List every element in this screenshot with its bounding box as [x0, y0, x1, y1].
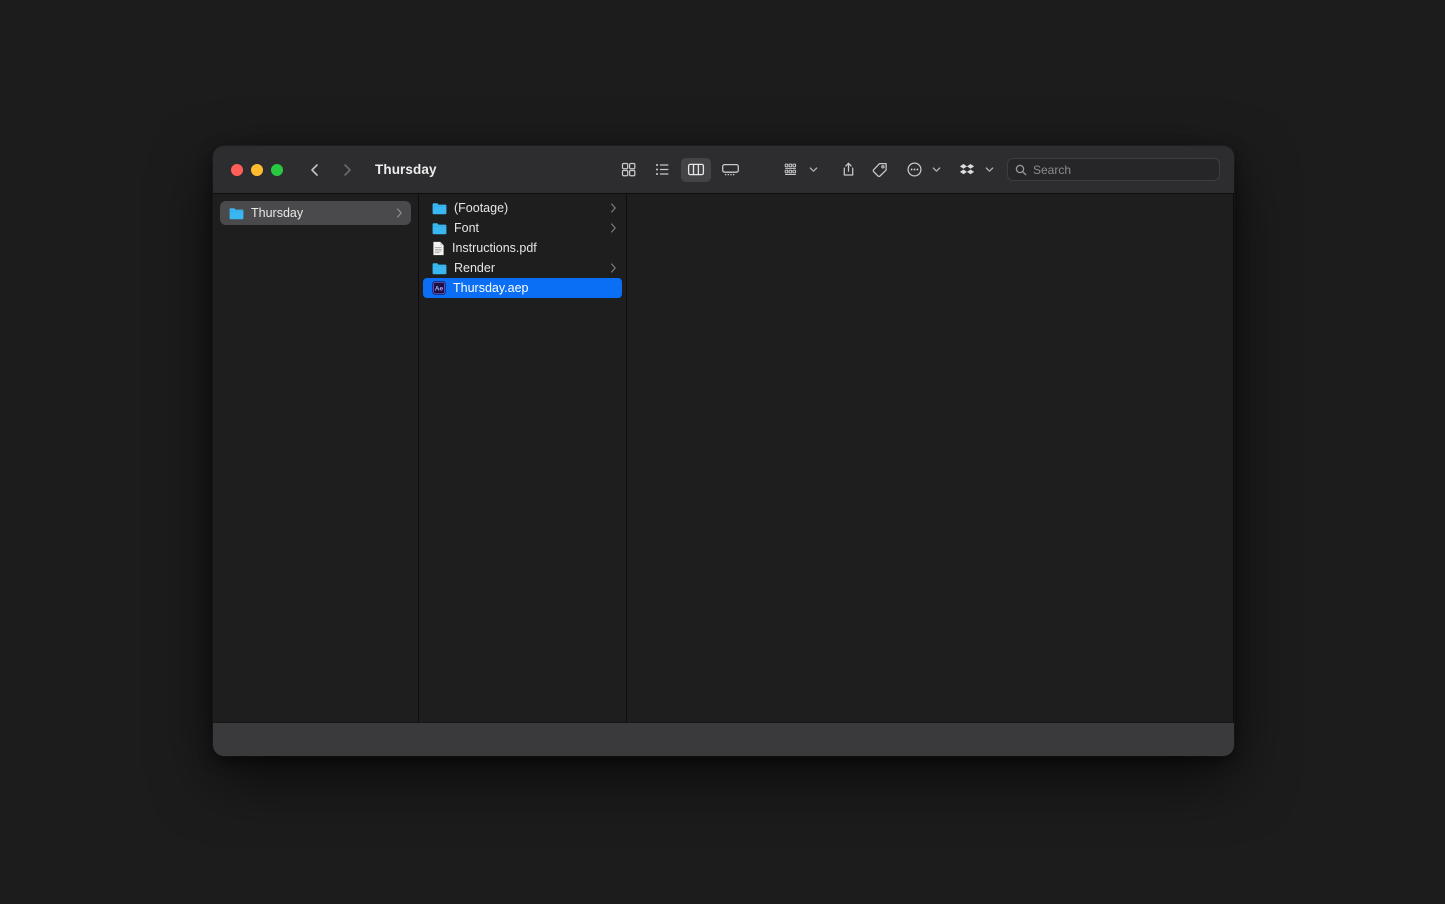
toolbar-right-group: Search	[952, 158, 1220, 182]
ellipsis-circle-icon	[906, 162, 922, 177]
pdf-document-icon	[433, 241, 444, 255]
file-row-render[interactable]: Render	[423, 258, 622, 278]
file-name-label: Render	[454, 261, 495, 275]
traffic-light-buttons	[231, 163, 283, 176]
dropbox-icon	[959, 164, 974, 175]
chevron-right-icon	[611, 263, 616, 273]
icon-view-button[interactable]	[613, 158, 643, 182]
sidebar-item-label: Thursday	[251, 206, 304, 220]
search-placeholder: Search	[1033, 162, 1072, 177]
minimize-button[interactable]	[251, 163, 263, 176]
dropbox-button[interactable]	[952, 158, 982, 182]
chevron-down-icon	[932, 167, 941, 172]
search-icon	[1015, 164, 1027, 175]
folder-icon	[432, 222, 447, 234]
group-by-control[interactable]	[776, 158, 819, 182]
sidebar-item-chevron	[395, 208, 404, 218]
list-view-button[interactable]	[647, 158, 677, 182]
folder-icon	[432, 202, 447, 214]
file-name-label: Instructions.pdf	[452, 241, 537, 255]
columns-icon	[687, 163, 705, 176]
search-field[interactable]: Search	[1007, 158, 1220, 181]
close-button[interactable]	[231, 163, 243, 176]
preview-column	[627, 194, 1234, 722]
forward-button[interactable]	[339, 162, 355, 178]
file-list-column: (Footage) Font Instructions.pdf Render A…	[419, 194, 627, 722]
status-bar	[213, 722, 1234, 756]
dropbox-control[interactable]	[952, 158, 995, 182]
more-actions-button[interactable]	[899, 158, 929, 182]
chevron-down-icon	[809, 167, 818, 172]
file-row-instructions-pdf[interactable]: Instructions.pdf	[423, 238, 622, 258]
window-content: Thursday (Footage) Font Instructions.pdf…	[213, 194, 1234, 722]
window-titlebar: Thursday Search	[213, 146, 1234, 194]
gallery-view-button[interactable]	[715, 158, 745, 182]
tag-icon	[872, 162, 887, 178]
gallery-icon	[721, 163, 739, 176]
more-actions-control[interactable]	[899, 158, 942, 182]
file-row-footage[interactable]: (Footage)	[423, 198, 622, 218]
file-name-label: Font	[454, 221, 480, 235]
list-icon	[655, 163, 668, 176]
file-name-label: Thursday.aep	[453, 281, 529, 295]
chevron-down-icon	[985, 167, 994, 172]
tags-button[interactable]	[865, 158, 895, 182]
column-view-button[interactable]	[681, 157, 711, 182]
view-mode-group	[613, 157, 745, 182]
finder-window: Thursday Search Thursday (Footage) Font …	[213, 146, 1234, 756]
file-name-label: (Footage)	[454, 201, 509, 215]
maximize-button[interactable]	[271, 163, 283, 176]
sidebar: Thursday	[213, 194, 419, 722]
share-icon	[843, 162, 853, 176]
chevron-right-icon	[344, 163, 351, 176]
chevron-right-icon	[611, 203, 616, 213]
file-row-chevron	[609, 203, 618, 213]
chevron-left-icon	[311, 163, 318, 176]
svg-text:Ae: Ae	[435, 286, 444, 293]
folder-icon	[229, 207, 244, 219]
group-icon	[784, 163, 796, 175]
back-button[interactable]	[307, 162, 323, 178]
page-title: Thursday	[375, 162, 437, 177]
file-row-font[interactable]: Font	[423, 218, 622, 238]
share-button[interactable]	[833, 158, 863, 182]
sidebar-item-thursday[interactable]: Thursday	[220, 201, 411, 225]
folder-icon	[432, 262, 447, 274]
navigation-buttons	[307, 162, 355, 178]
grid-icon	[621, 162, 635, 177]
chevron-right-icon	[611, 223, 616, 233]
desktop-background: Thursday Search Thursday (Footage) Font …	[0, 0, 1445, 904]
file-row-chevron	[609, 223, 618, 233]
toolbar-actions-group	[776, 158, 954, 182]
after-effects-icon: Ae	[432, 281, 446, 295]
chevron-right-icon	[396, 208, 402, 218]
file-row-thursday-aep[interactable]: Ae Thursday.aep	[423, 278, 622, 298]
group-by-button[interactable]	[776, 158, 806, 182]
file-row-chevron	[609, 263, 618, 273]
